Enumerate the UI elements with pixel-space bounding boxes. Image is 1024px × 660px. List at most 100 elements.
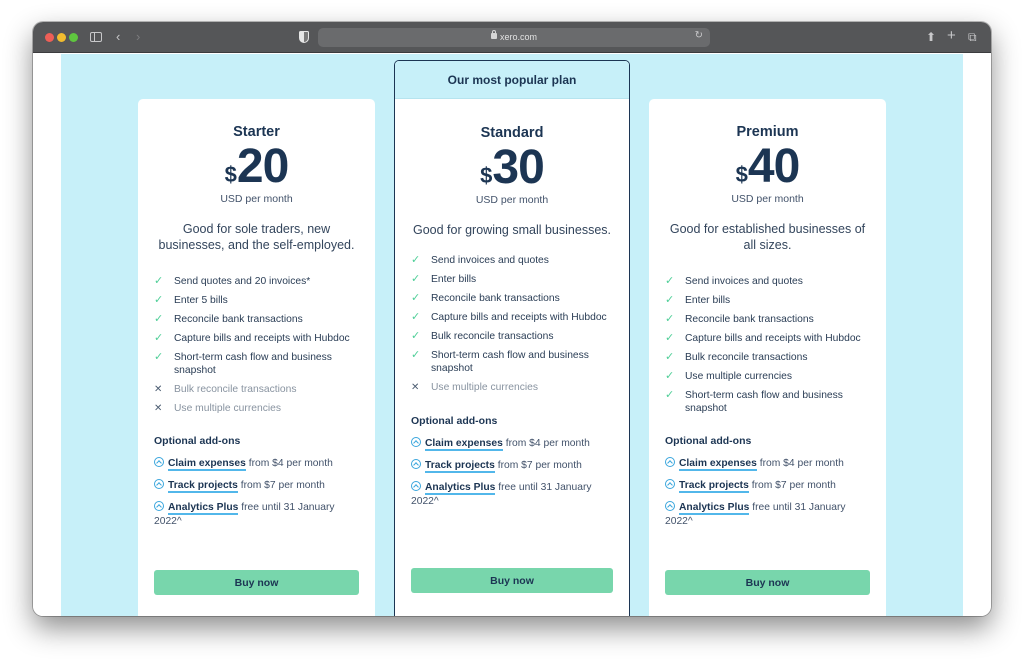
price-amount: 40 [747,140,800,193]
feature-item: ✓ Capture bills and receipts with Hubdoc [665,332,874,345]
addon-link-claim-expenses[interactable]: Claim expenses [679,458,757,471]
addon-detail: from $4 per month [759,458,844,469]
plan-card-standard: Our most popular plan Standard $30 USD p… [394,60,630,616]
feature-label: Reconcile bank transactions [174,314,303,325]
check-icon: ✓ [411,273,421,285]
addon-link-track-projects[interactable]: Track projects [679,480,749,493]
feature-item: ✓ Short-term cash flow and business snaps… [411,349,617,375]
minimize-window-button[interactable] [57,33,66,42]
lock-icon [491,30,497,39]
feature-item-excluded: ✕ Use multiple currencies [154,402,363,415]
tabs-overview-icon[interactable]: ⧉ [968,29,977,45]
plan-card-premium: Premium $40 USD per month Good for estab… [649,99,886,616]
feature-label: Enter 5 bills [174,295,228,306]
plan-card-starter: Starter $20 USD per month Good for sole … [138,99,375,616]
addon-link-claim-expenses[interactable]: Claim expenses [425,438,503,451]
reload-icon[interactable]: ↻ [695,30,703,41]
feature-label: Bulk reconcile transactions [685,352,808,363]
check-icon: ✓ [665,275,675,287]
feature-item: ✓ Send quotes and 20 invoices* [154,275,363,288]
plan-name: Starter [233,124,280,140]
check-icon: ✓ [665,294,675,306]
feature-item: ✓ Capture bills and receipts with Hubdoc [411,311,617,324]
feature-label: Use multiple currencies [174,403,282,414]
sidebar-icon[interactable] [90,32,102,42]
cross-icon: ✕ [154,384,163,395]
feature-label: Capture bills and receipts with Hubdoc [174,333,350,344]
buy-now-button-premium[interactable]: Buy now [665,570,870,595]
plus-icon[interactable]: + [947,28,956,44]
plan-description: Good for established businesses of all s… [669,222,866,252]
feature-list: ✓ Send invoices and quotes ✓ Enter bills ✓… [411,254,617,394]
chevron-up-circle-icon[interactable] [154,501,164,511]
currency-symbol: $ [480,163,493,188]
feature-label: Capture bills and receipts with Hubdoc [685,333,861,344]
check-icon: ✓ [154,332,164,344]
feature-item: ✓ Reconcile bank transactions [665,313,874,326]
check-icon: ✓ [154,351,164,363]
close-window-button[interactable] [45,33,54,42]
addon-item: Claim expenses from $4 per month [154,456,361,471]
addon-link-analytics-plus[interactable]: Analytics Plus [425,482,496,495]
chevron-right-icon[interactable]: › [136,29,140,45]
feature-item: ✓ Enter bills [665,294,874,307]
share-icon[interactable]: ⬆︎ [926,29,936,45]
plan-price: $20 [138,143,375,191]
address-bar[interactable]: xero.com ↻ [318,28,710,47]
plan-price: $40 [649,143,886,191]
fullscreen-window-button[interactable] [69,33,78,42]
addon-detail: from $7 per month [751,480,836,491]
chevron-up-circle-icon[interactable] [665,479,675,489]
plan-description: Good for growing small businesses. [412,223,611,237]
check-icon: ✓ [665,389,675,401]
check-icon: ✓ [411,330,421,342]
feature-label: Short-term cash flow and business snapsh… [431,350,589,374]
chevron-up-circle-icon[interactable] [411,459,421,469]
plan-description: Good for sole traders, new businesses, a… [158,222,355,252]
buy-now-button-standard[interactable]: Buy now [411,568,613,593]
feature-item: ✓ Short-term cash flow and business snaps… [154,351,363,377]
check-icon: ✓ [154,275,164,287]
feature-label: Send quotes and 20 invoices* [174,276,311,287]
feature-list: ✓ Send quotes and 20 invoices* ✓ Enter 5 b… [154,275,363,415]
feature-label: Send invoices and quotes [685,276,803,287]
feature-item: ✓ Send invoices and quotes [665,275,874,288]
feature-label: Reconcile bank transactions [685,314,814,325]
addon-item: Claim expenses from $4 per month [665,456,872,471]
addon-link-claim-expenses[interactable]: Claim expenses [168,458,246,471]
plan-price: $30 [395,144,629,192]
feature-label: Short-term cash flow and business snapsh… [174,352,332,376]
check-icon: ✓ [665,370,675,382]
price-period: USD per month [475,194,549,206]
popular-plan-banner: Our most popular plan [395,61,629,99]
feature-item-excluded: ✕ Use multiple currencies [411,381,617,394]
feature-label: Short-term cash flow and business snapsh… [685,390,843,414]
feature-label: Bulk reconcile transactions [174,384,297,395]
shield-icon[interactable] [299,31,309,43]
check-icon: ✓ [411,349,421,361]
check-icon: ✓ [411,311,421,323]
page-viewport: Starter $20 USD per month Good for sole … [33,54,991,616]
feature-item: ✓ Reconcile bank transactions [411,292,617,305]
addon-link-analytics-plus[interactable]: Analytics Plus [679,502,750,515]
price-amount: 30 [492,141,544,194]
addon-link-analytics-plus[interactable]: Analytics Plus [168,502,239,515]
feature-item: ✓ Bulk reconcile transactions [665,351,874,364]
chevron-up-circle-icon[interactable] [411,481,421,491]
chevron-up-circle-icon[interactable] [411,437,421,447]
chevron-up-circle-icon[interactable] [154,479,164,489]
addon-link-track-projects[interactable]: Track projects [168,480,238,493]
feature-label: Enter bills [685,295,731,306]
cross-icon: ✕ [411,382,420,393]
browser-toolbar: ‹ › xero.com ↻ ⬆︎ + ⧉ [33,22,991,53]
feature-item: ✓ Reconcile bank transactions [154,313,363,326]
plan-name: Premium [736,124,799,140]
chevron-up-circle-icon[interactable] [665,457,675,467]
chevron-up-circle-icon[interactable] [154,457,164,467]
buy-now-button-starter[interactable]: Buy now [154,570,359,595]
check-icon: ✓ [665,351,675,363]
feature-label: Use multiple currencies [685,371,793,382]
addon-link-track-projects[interactable]: Track projects [425,460,495,473]
chevron-left-icon[interactable]: ‹ [116,29,120,45]
chevron-up-circle-icon[interactable] [665,501,675,511]
